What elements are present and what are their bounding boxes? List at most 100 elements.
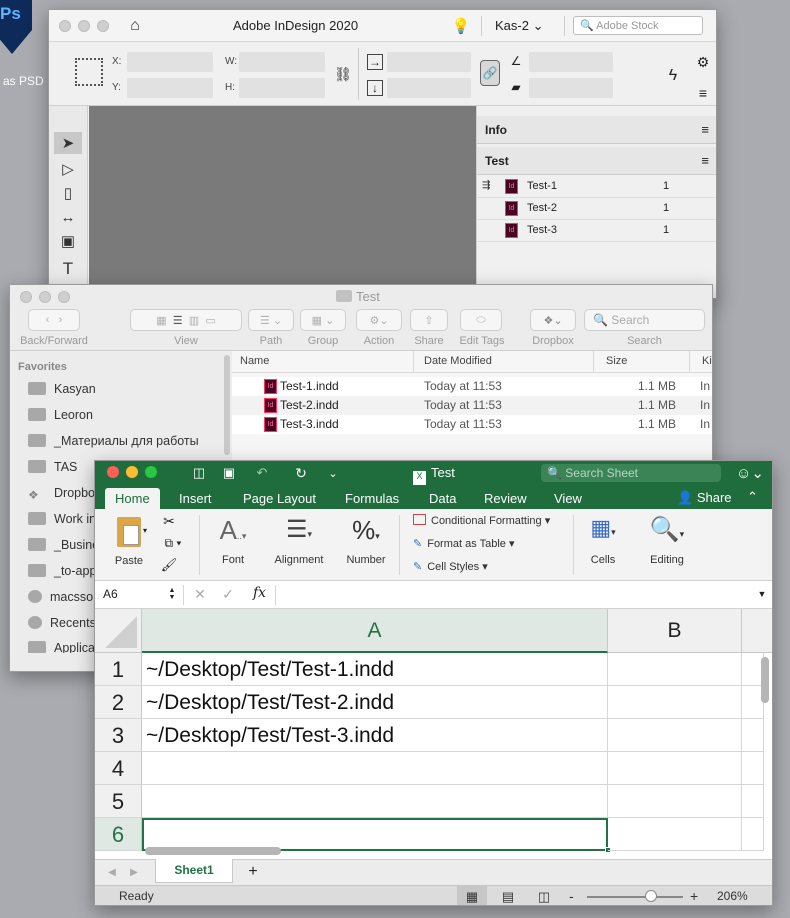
sheet-tab[interactable]: Sheet1 [155,859,233,883]
minimize-button[interactable] [126,466,138,478]
sidebar-item[interactable]: _to-app [28,564,96,578]
cut-icon[interactable]: ✂ [161,513,177,529]
share-button[interactable]: 👤 Share [677,490,732,506]
copy-icon[interactable]: ⧉ ▾ [161,535,185,551]
file-row[interactable]: Id Test-2.indd Today at 11:53 1.1 MB In [232,396,712,415]
select-all-corner[interactable] [95,609,142,653]
sidebar-item[interactable]: Recents [28,616,96,630]
window-controls[interactable] [107,466,164,481]
close-button[interactable] [59,20,71,32]
book-document-row[interactable]: Id Test-2 1 [477,198,716,220]
column-header-size[interactable]: Size [594,351,690,373]
close-button[interactable] [20,291,32,303]
font-group[interactable]: A..▾ Font [213,515,253,566]
window-controls[interactable] [20,291,77,306]
redo-icon[interactable]: ↻ [293,465,309,481]
cell-c6[interactable] [742,818,764,851]
sidebar-scrollbar[interactable] [224,355,230,455]
direct-selection-tool-icon[interactable]: ▷ [54,158,82,180]
edit-tags-button[interactable]: ⬭ [460,309,502,331]
row-header[interactable]: 5 [95,785,142,818]
collapse-ribbon-icon[interactable]: ⌃ [747,489,758,505]
workspace-switcher[interactable]: Kas-2 ⌄ [495,18,544,34]
tab-home[interactable]: Home [105,488,160,509]
finder-search-field[interactable]: 🔍 Search [584,309,705,331]
next-sheet-icon[interactable]: ▶ [129,865,139,879]
format-painter-icon[interactable]: 🖌 [161,557,178,573]
row-header[interactable]: 2 [95,686,142,719]
zoom-slider-track[interactable] [587,896,683,898]
sidebar-item[interactable]: Work in [28,512,96,526]
x-field[interactable] [127,52,213,72]
sidebar-item[interactable]: _Busine [28,538,99,552]
cell-a5[interactable] [142,785,608,818]
column-header-c[interactable] [742,609,772,653]
book-document-row[interactable]: ⇶ Id Test-1 1 [477,176,716,198]
w-field[interactable] [239,52,325,72]
zoom-slider-thumb[interactable] [645,890,657,902]
sidebar-item[interactable]: ❖ Dropbox [28,486,101,502]
constrain-link-icon[interactable]: ⛓ [334,64,352,84]
sidebar-item[interactable]: macsso [28,590,93,604]
file-row[interactable]: Id Test-3.indd Today at 11:53 1.1 MB In [232,415,712,434]
number-group[interactable]: %▾ Number [343,515,389,566]
zoom-out-button[interactable]: - [569,888,574,904]
tab-insert[interactable]: Insert [179,491,212,506]
minimize-button[interactable] [78,20,90,32]
cells-group[interactable]: ▦▾ Cells [581,515,625,566]
cell-c3[interactable] [742,719,764,752]
customize-toolbar-icon[interactable]: ⌄ [325,465,341,481]
name-box[interactable]: A6 [103,587,118,601]
expand-formula-bar-icon[interactable]: ▼ [757,587,767,601]
cancel-edit-icon[interactable]: ✕ [193,586,207,602]
panel-menu-icon[interactable]: ≡ [701,122,709,137]
alignment-group[interactable]: ☰▾ Alignment [271,515,327,566]
cell-b4[interactable] [608,752,742,785]
confirm-edit-icon[interactable]: ✓ [221,586,235,602]
prev-sheet-icon[interactable]: ◀ [107,865,117,879]
quick-apply-icon[interactable]: ϟ [665,66,681,86]
row-header[interactable]: 4 [95,752,142,785]
group-button[interactable]: ▦ ⌄ [300,309,346,331]
column-header-a[interactable]: A [142,609,608,653]
column-header-b[interactable]: B [608,609,742,653]
cell-a3[interactable]: ~/Desktop/Test/Test-3.indd [142,719,608,752]
back-forward-button[interactable]: ‹ › [28,309,80,331]
horizontal-scrollbar[interactable] [145,847,281,855]
cell-b6[interactable] [608,818,742,851]
sidebar-toggle-icon[interactable]: ◫ [191,465,207,481]
sidebar-item[interactable]: Leoron [28,408,93,422]
feedback-smiley-icon[interactable]: ☺⌄ [735,464,765,482]
y-field[interactable] [127,78,213,98]
row-header[interactable]: 6 [95,818,142,851]
tab-page-layout[interactable]: Page Layout [243,491,316,506]
tab-formulas[interactable]: Formulas [345,491,399,506]
reference-point-icon[interactable] [75,58,103,86]
book-document-row[interactable]: Id Test-3 1 [477,220,716,242]
sidebar-item[interactable]: _Материалы для работы [28,434,199,448]
conditional-formatting-button[interactable]: Conditional Formatting ▾ [413,514,550,527]
row-header[interactable]: 1 [95,653,142,686]
page-tool-icon[interactable]: ▯ [54,182,82,204]
normal-view-icon[interactable]: ▦ [457,886,487,905]
cell-b5[interactable] [608,785,742,818]
zoom-in-button[interactable]: + [690,888,698,904]
zoom-level[interactable]: 206% [717,889,748,903]
cell-a2[interactable]: ~/Desktop/Test/Test-2.indd [142,686,608,719]
column-header-date[interactable]: Date Modified [414,351,594,373]
view-switcher[interactable]: ▦ ☰ ▥ ▭ [130,309,242,331]
name-box-stepper-icon[interactable]: ▲ ▼ [167,585,177,603]
cell-a4[interactable] [142,752,608,785]
control-menu-icon[interactable]: ≡ [695,85,711,101]
page-break-view-icon[interactable]: ◫ [531,886,557,905]
vertical-scrollbar[interactable] [761,657,769,703]
save-icon[interactable]: ▣ [221,465,237,481]
scale-link-icon[interactable]: 🔗 [480,60,500,86]
path-button[interactable]: ☰ ⌄ [248,309,294,331]
home-icon[interactable]: ⌂ [125,17,145,35]
cell-c5[interactable] [742,785,764,818]
lightbulb-icon[interactable]: 💡 [452,16,471,36]
format-as-table-button[interactable]: ✎ Format as Table ▾ [413,537,514,550]
action-button[interactable]: ⚙ ⌄ [356,309,402,331]
zoom-button[interactable] [145,466,157,478]
